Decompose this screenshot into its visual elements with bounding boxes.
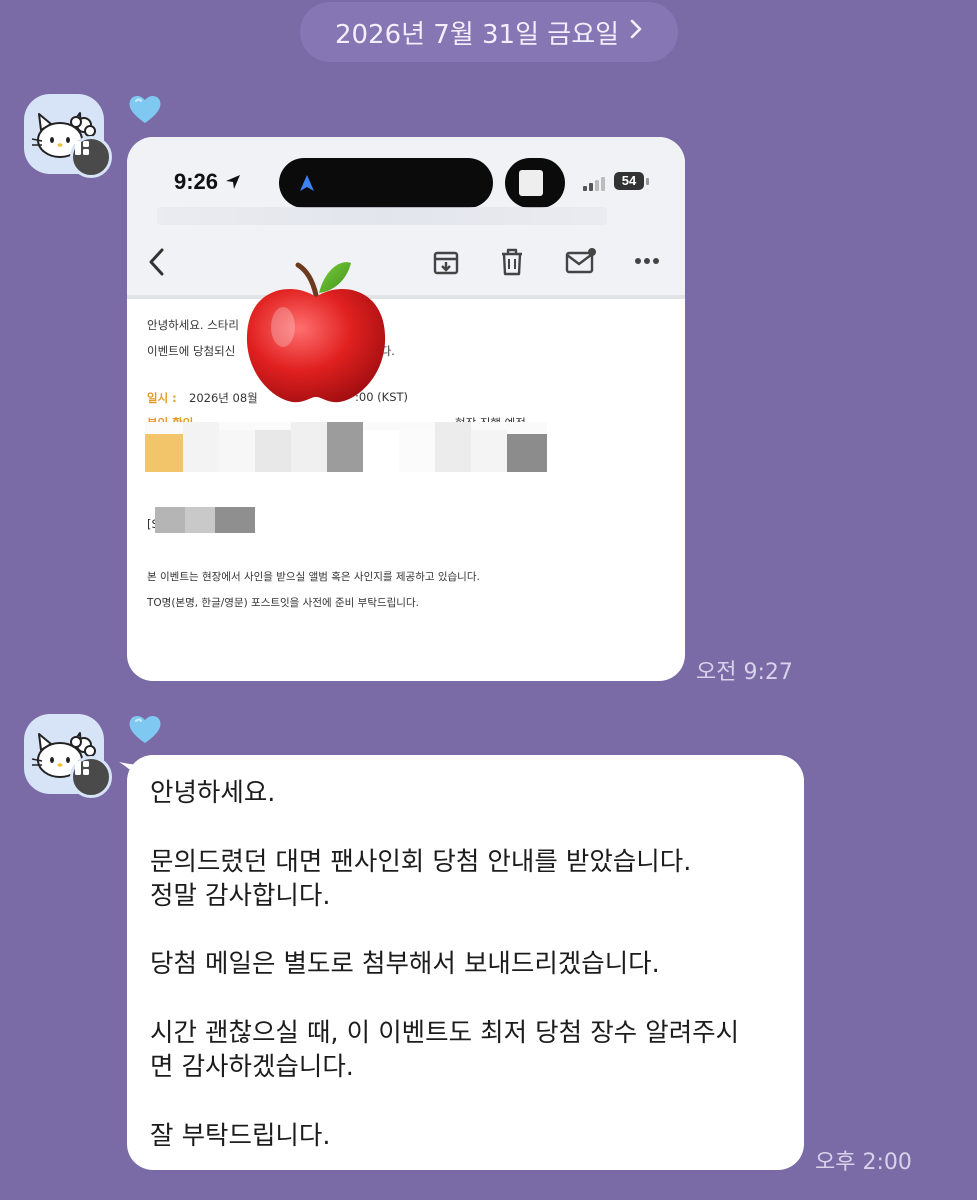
message-line: 정말 감사합니다. bbox=[150, 880, 331, 911]
text-message: 안녕하세요. 문의드렸던 대면 팬사인회 당첨 안내를 받았습니다. 정말 감사… bbox=[150, 776, 790, 1153]
status-time: 9:26 bbox=[174, 169, 242, 195]
apple-icon bbox=[246, 262, 386, 403]
avatar[interactable] bbox=[24, 94, 112, 178]
profile-badge-icon bbox=[70, 136, 112, 178]
mail-date-label: 일시 : bbox=[147, 391, 177, 405]
profile-badge-icon bbox=[70, 756, 112, 798]
avatar[interactable] bbox=[24, 714, 112, 798]
archive-icon[interactable] bbox=[432, 249, 460, 277]
dynamic-island bbox=[279, 158, 493, 208]
phone-status-bar: 9:26 54 bbox=[127, 137, 685, 297]
dynamic-island-activity bbox=[505, 158, 565, 208]
image-message[interactable]: 9:26 54 안녕하세요. 스타리 이벤트에 당첨되신 니다. 일시 : 20… bbox=[127, 137, 685, 681]
message-line: 시간 괜찮으실 때, 이 이벤트도 최저 당첨 장수 알려주시 bbox=[150, 1018, 740, 1049]
blue-heart-icon bbox=[129, 95, 161, 123]
blue-heart-icon bbox=[129, 715, 161, 743]
more-icon[interactable] bbox=[634, 257, 660, 265]
navigation-arrow-icon bbox=[300, 175, 314, 191]
mail-line: 이벤트에 당첨되신 bbox=[147, 344, 236, 358]
signal-icon bbox=[583, 177, 605, 191]
back-icon[interactable] bbox=[147, 247, 167, 277]
location-arrow-icon bbox=[226, 175, 241, 189]
date-divider[interactable]: 2026년 7월 31일 금요일 bbox=[300, 2, 678, 62]
mark-unread-icon[interactable] bbox=[564, 245, 598, 277]
mail-note-1: 본 이벤트는 현장에서 사인을 받으실 앨범 혹은 사인지를 제공하고 있습니다… bbox=[147, 571, 480, 583]
message-line: 면 감사하겠습니다. bbox=[150, 1052, 354, 1083]
trash-icon[interactable] bbox=[499, 247, 525, 277]
date-label: 2026년 7월 31일 금요일 bbox=[334, 19, 620, 50]
message-line: 안녕하세요. bbox=[150, 778, 276, 808]
message-timestamp: 오전 9:27 bbox=[696, 660, 793, 685]
message-timestamp: 오후 2:00 bbox=[815, 1150, 912, 1175]
mail-note-2: TO명(본명, 한글/영문) 포스트잇을 사전에 준비 부탁드립니다. bbox=[147, 597, 419, 609]
message-line: 문의드렸던 대면 팬사인회 당첨 안내를 받았습니다. bbox=[150, 846, 692, 877]
redacted-pixel-block bbox=[145, 422, 547, 472]
blurred-notification bbox=[157, 207, 607, 225]
message-line: 잘 부탁드립니다. bbox=[150, 1120, 331, 1151]
message-line: 당첨 메일은 별도로 첨부해서 보내드리겠습니다. bbox=[150, 949, 660, 980]
mail-greeting: 안녕하세요. 스타리 bbox=[147, 318, 239, 332]
chevron-right-icon bbox=[629, 18, 643, 46]
redacted-pixel-block-2 bbox=[155, 507, 255, 533]
battery-icon: 54 bbox=[614, 172, 644, 190]
